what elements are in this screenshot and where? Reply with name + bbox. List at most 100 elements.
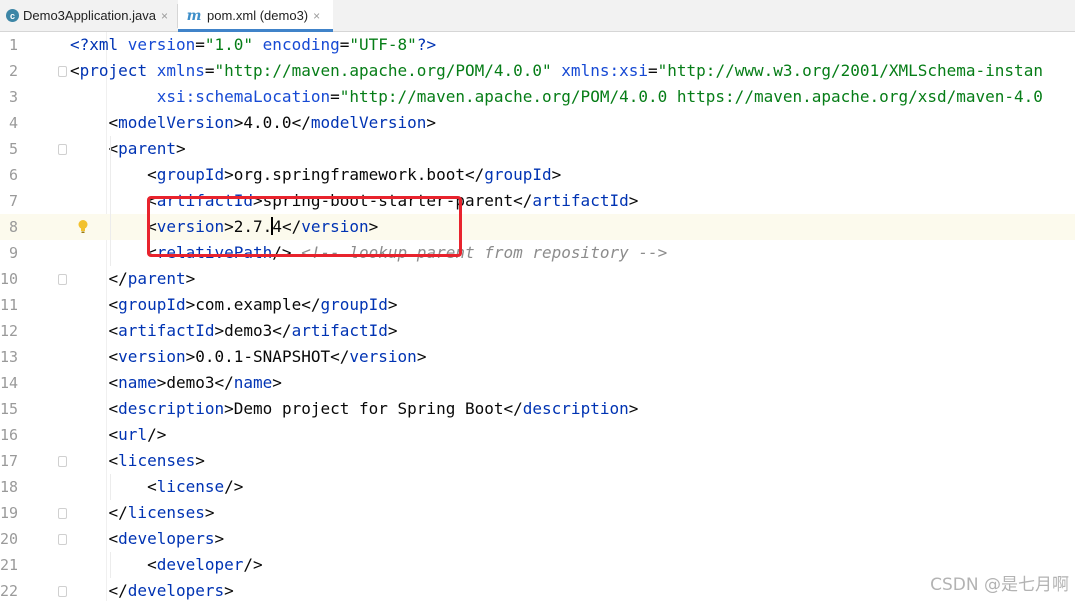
line-number[interactable]: 20 [0,526,18,552]
code-token: /> [272,243,302,262]
code-line[interactable]: 18 <license/> [0,474,1075,500]
code-text: <groupId>org.springframework.boot</group… [70,162,561,188]
code-token: /> [243,555,263,574]
code-token: > [416,347,427,366]
code-line[interactable]: 2 <project xmlns="http://maven.apache.org… [0,58,1075,84]
line-number[interactable]: 21 [0,552,18,578]
code-line[interactable]: 17 <licenses> [0,448,1075,474]
fold-toggle-icon[interactable] [58,534,67,545]
xml-tag-name: artifactId [532,191,629,210]
code-token: >2.7. [224,217,273,236]
code-line[interactable]: 20 <developers> [0,526,1075,552]
code-token: = [339,35,350,54]
tab-demo3application-java[interactable]: c Demo3Application.java × [0,0,177,31]
xml-tag-name: description [118,399,225,418]
code-line[interactable]: 12 <artifactId>demo3</artifactId> [0,318,1075,344]
fold-toggle-icon[interactable] [58,144,67,155]
code-token: > [387,321,398,340]
code-token: < [70,295,119,314]
code-line[interactable]: 6 <groupId>org.springframework.boot</gro… [0,162,1075,188]
line-number[interactable]: 4 [0,110,18,136]
code-token: = [648,61,658,80]
line-number[interactable]: 3 [0,84,18,110]
line-number[interactable]: 1 [0,32,18,58]
tab-pom-xml[interactable]: m pom.xml (demo3) × [178,0,333,32]
code-text: <licenses> [70,448,205,474]
fold-toggle-icon[interactable] [58,66,67,77]
xml-string: "http://maven.apache.org/POM/4.0.0" [214,61,562,80]
xml-attribute: xsi:schemaLocation [156,87,331,106]
xml-tag-name: developer [156,555,244,574]
line-number[interactable]: 19 [0,500,18,526]
code-text: <description>Demo project for Spring Boo… [70,396,639,422]
line-number[interactable]: 2 [0,58,18,84]
line-number[interactable]: 11 [0,292,18,318]
code-token: < [70,451,119,470]
xml-comment: <!-- lookup parent from repository --> [301,243,668,262]
line-number[interactable]: 10 [0,266,18,292]
code-line[interactable]: 10 </parent> [0,266,1075,292]
code-line[interactable]: 11 <groupId>com.example</groupId> [0,292,1075,318]
code-line[interactable]: 15 <description>Demo project for Spring … [0,396,1075,422]
watermark: CSDN @是七月啊 [930,575,1069,595]
line-number[interactable]: 15 [0,396,18,422]
line-number[interactable]: 9 [0,240,18,266]
line-number[interactable]: 14 [0,370,18,396]
code-token: > [368,217,379,236]
line-number[interactable]: 5 [0,136,18,162]
code-token: >Demo project for Spring Boot</ [224,399,523,418]
tab-label: pom.xml (demo3) [207,8,309,23]
code-line[interactable]: 3 xsi:schemaLocation="http://maven.apach… [0,84,1075,110]
xml-tag-name: parent [127,269,186,288]
code-line[interactable]: 21 <developer/> [0,552,1075,578]
code-line[interactable]: 13 <version>0.0.1-SNAPSHOT</version> [0,344,1075,370]
code-token: >com.example</ [185,295,321,314]
line-number[interactable]: 8 [0,214,18,240]
fold-toggle-icon[interactable] [58,586,67,597]
line-number[interactable]: 17 [0,448,18,474]
code-line[interactable]: 8 <version>2.7.4</version> [0,214,1075,240]
line-number[interactable]: 18 [0,474,18,500]
fold-toggle-icon[interactable] [58,274,67,285]
code-text: </parent> [70,266,196,292]
code-line[interactable]: 14 <name>demo3</name> [0,370,1075,396]
code-token: > [195,451,205,470]
line-number[interactable]: 22 [0,578,18,604]
xml-tag-name: description [522,399,629,418]
line-number[interactable]: 7 [0,188,18,214]
code-token: > [175,139,186,158]
xml-tag-name: version [349,347,417,366]
line-number[interactable]: 13 [0,344,18,370]
line-number[interactable]: 12 [0,318,18,344]
xml-attribute: xmlns:xsi [561,61,648,80]
code-token: >demo3</ [156,373,234,392]
code-line[interactable]: 22 </developers> [0,578,1075,604]
code-token: </ [70,581,128,600]
code-line[interactable]: 7 <artifactId>spring-boot-starter-parent… [0,188,1075,214]
code-token: < [70,243,157,262]
code-line[interactable]: 19 </licenses> [0,500,1075,526]
xml-tag-name: artifactId [291,321,388,340]
code-line[interactable]: 1 <?xml version="1.0" encoding="UTF-8"?> [0,32,1075,58]
editor-tab-bar: c Demo3Application.java × m pom.xml (dem… [0,0,1075,32]
code-token: > [387,295,398,314]
xml-tag-name: modelVersion [118,113,234,132]
close-icon[interactable]: × [161,9,168,23]
code-line[interactable]: 4 <modelVersion>4.0.0</modelVersion> [0,110,1075,136]
code-text: <relativePath/> <!-- lookup parent from … [70,240,667,266]
xml-tag-name: groupId [320,295,388,314]
code-line[interactable]: 9 <relativePath/> <!-- lookup parent fro… [0,240,1075,266]
fold-toggle-icon[interactable] [58,456,67,467]
code-text: <name>demo3</name> [70,370,282,396]
code-token: > [214,529,225,548]
code-line[interactable]: 16 <url/> [0,422,1075,448]
code-text: <modelVersion>4.0.0</modelVersion> [70,110,437,136]
xml-string: "http://www.w3.org/2001/XMLSchema-instan [657,61,1043,80]
close-icon[interactable]: × [313,9,320,23]
line-number[interactable]: 6 [0,162,18,188]
fold-toggle-icon[interactable] [58,508,67,519]
xml-tag-name: groupId [484,165,552,184]
code-line[interactable]: 5 <parent> [0,136,1075,162]
code-editor[interactable]: 1 <?xml version="1.0" encoding="UTF-8"?> 2… [0,32,1075,601]
line-number[interactable]: 16 [0,422,18,448]
